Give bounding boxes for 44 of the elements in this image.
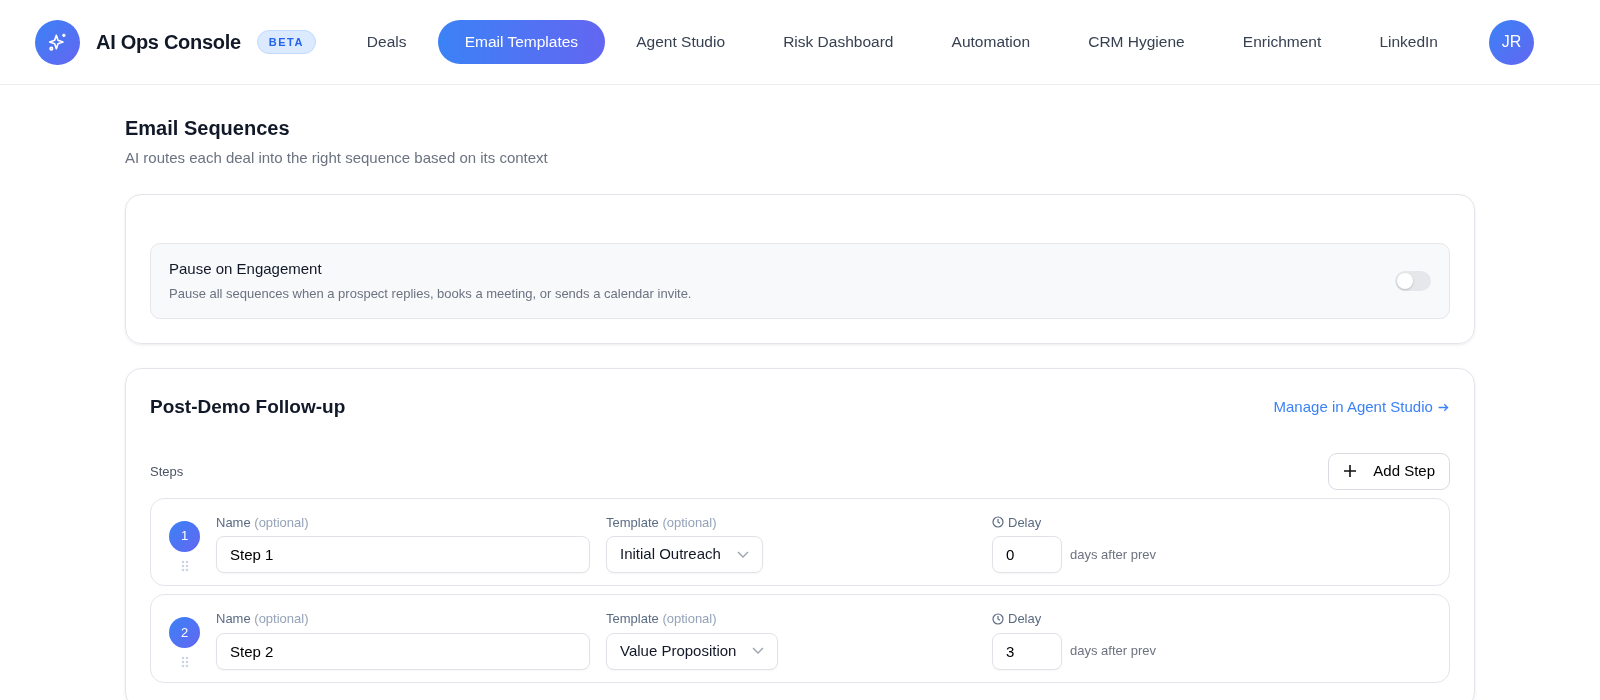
setting-description: Pause all sequences when a prospect replies, books a meeting, or sends a calendar invite.	[169, 285, 693, 303]
field-label: Template (optional)	[606, 610, 718, 628]
field-label: Template (optional)	[606, 513, 718, 532]
nav-tab[interactable]: Agent Studio	[609, 20, 752, 64]
setting-title: Pause on Engagement	[169, 258, 323, 279]
logo-icon	[35, 19, 80, 65]
drag-handle-icon[interactable]	[180, 656, 189, 668]
page-subtitle: AI routes each deal into the right sequence based on its context	[125, 148, 549, 168]
nav-tab[interactable]: LinkedIn	[1352, 20, 1465, 64]
beta-label: BETA	[256, 29, 316, 55]
field-label: Name (optional)	[216, 513, 310, 532]
chevron-down-icon	[752, 647, 765, 655]
chevron-down-icon	[736, 550, 749, 559]
nav-tab[interactable]: Enrichment	[1215, 20, 1349, 64]
step-number: 2	[169, 617, 200, 648]
nav-tab[interactable]: Deals	[339, 20, 434, 64]
nav-tab[interactable]: Automation	[924, 20, 1058, 64]
field-label: Name (optional)	[216, 610, 310, 628]
app-title: AI Ops Console	[96, 30, 241, 55]
clock-icon	[992, 516, 1004, 529]
delay-input[interactable]: 3	[992, 632, 1062, 670]
sequence-title: Post-Demo Follow-up	[150, 394, 346, 419]
user-avatar[interactable]: JR	[1489, 19, 1534, 65]
name-input[interactable]: Step 2	[216, 632, 590, 670]
manage-link[interactable]: Manage in Agent Studio	[1273, 395, 1450, 418]
template-select[interactable]: Value Proposition	[606, 632, 779, 670]
drag-handle-icon[interactable]	[180, 559, 189, 572]
nav-tab[interactable]: CRM Hygiene	[1061, 20, 1212, 64]
add-step-button[interactable]: Add Step	[1328, 453, 1450, 490]
name-input[interactable]: Step 1	[216, 536, 590, 573]
step-number: 1	[169, 520, 200, 552]
delay-suffix: days after prev	[1070, 642, 1156, 661]
clock-icon	[992, 612, 1004, 625]
nav-tab[interactable]: Email Templates	[437, 20, 606, 64]
template-select[interactable]: Initial Outreach	[606, 536, 763, 573]
steps-label: Steps	[150, 462, 184, 481]
plus-icon	[1343, 464, 1358, 479]
delay-input[interactable]: 0	[992, 536, 1062, 573]
field-label: Delay	[1008, 513, 1042, 532]
nav-tab[interactable]: Risk Dashboard	[756, 20, 921, 64]
field-label: Delay	[1008, 610, 1042, 628]
delay-suffix: days after prev	[1070, 545, 1156, 564]
page-title: Email Sequences	[125, 116, 291, 141]
toggle-switch[interactable]	[1395, 270, 1431, 291]
